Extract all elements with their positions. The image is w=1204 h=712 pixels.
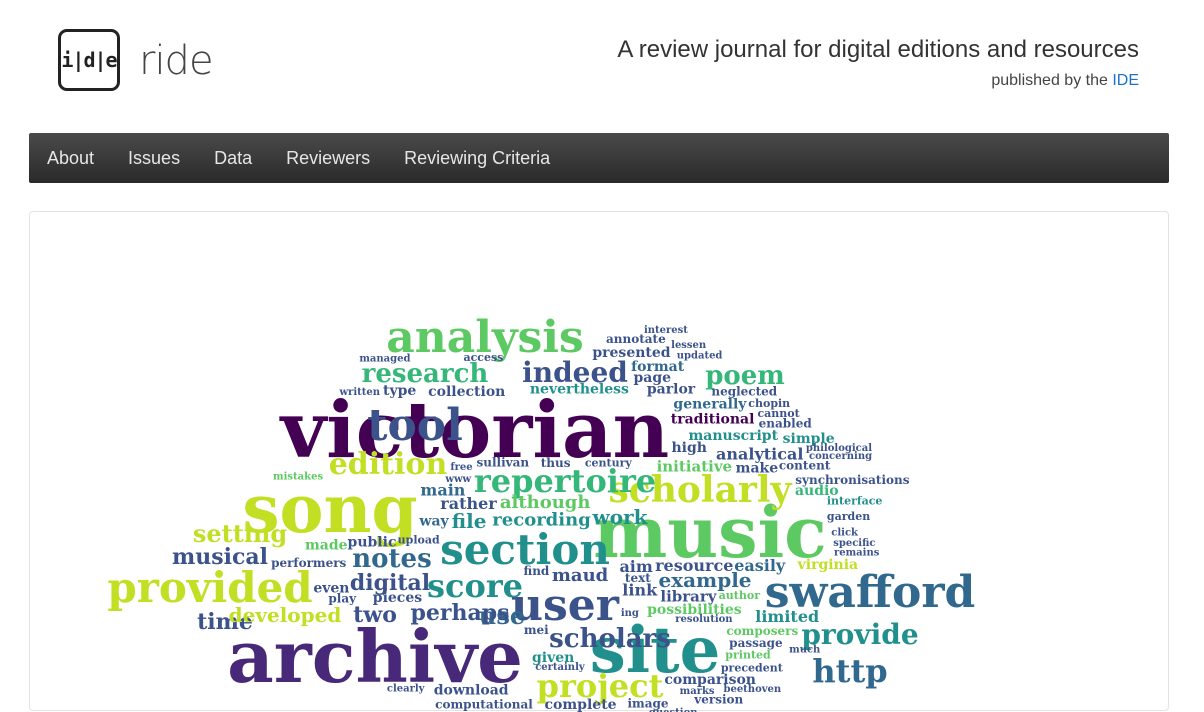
word-download: download [434,682,509,698]
word-remains: remains [834,547,880,558]
word-public: public [348,534,397,550]
word-author: author [719,589,761,602]
word-musical: musical [172,544,268,570]
word-nevertheless: nevertheless [530,381,629,397]
word-managed: managed [359,354,410,365]
site-header: i|d|e ride A review journal for digital … [0,0,1204,133]
word-sullivan: sullivan [477,455,530,469]
word-although: although [500,492,591,513]
main-navigation: About Issues Data Reviewers Reviewing Cr… [29,133,1169,183]
word-upload: upload [398,534,440,547]
word-interest: interest [644,325,688,336]
site-name[interactable]: ride [139,38,214,84]
word-precedent: precedent [721,661,784,674]
word-perhaps: perhaps [411,600,510,626]
nav-issues[interactable]: Issues [111,133,197,183]
word-www: www [444,474,471,485]
word-computational: computational [435,698,533,712]
word-tool: tool [367,400,463,451]
word-much: much [789,644,821,655]
word-performers: performers [271,556,346,570]
ide-logo[interactable]: i|d|e [58,29,120,91]
word-complete: complete [545,697,617,712]
word-lessen: lessen [671,340,707,351]
word-way: way [418,514,449,530]
nav-data[interactable]: Data [197,133,269,183]
nav-reviewing-criteria[interactable]: Reviewing Criteria [387,133,567,183]
word-clearly: clearly [387,683,426,694]
word-make: make [736,461,779,477]
word-maud: maud [552,565,609,586]
word-synchronisations: synchronisations [795,473,909,487]
word-easily: easily [734,556,786,575]
publisher-line: published by the IDE [991,72,1139,90]
word-mistakes: mistakes [273,471,323,482]
word-chopin: chopin [748,397,790,410]
word-click: click [831,527,859,538]
word-virginia: virginia [797,557,859,573]
publisher-prefix: published by the [991,72,1108,89]
word-made: made [305,537,348,553]
journal-tagline: A review journal for digital editions an… [617,36,1139,63]
word-presented: presented [592,345,670,361]
word-resolution: resolution [675,614,733,625]
word-http: http [812,652,887,690]
word-work: work [592,505,649,529]
word-edition: edition [329,447,448,482]
word-cloud: victorianmusicarchivesongsiteswafforduse… [107,312,975,712]
word-text: text [625,571,651,585]
content-panel: victorian music archive song site swafford use… [29,211,1169,712]
word-developed: developed [229,603,342,627]
word-resource: resource [655,556,733,575]
word-thus: thus [541,456,571,470]
word-garden: garden [827,510,870,523]
word-page: page [633,370,671,386]
word-written: written [338,387,380,398]
nav-about[interactable]: About [29,133,111,183]
word-ing: ing [621,608,639,619]
word-concerning: concerning [809,451,872,462]
word-interface: interface [827,494,883,507]
word-certainly: certainly [535,662,586,673]
word-find: find [523,564,549,578]
word-traditional: traditional [671,412,755,428]
word-collection: collection [428,384,505,400]
word-access: access [463,351,503,364]
word-printed: printed [725,649,771,662]
word-free: free [450,462,472,473]
word-updated: updated [677,350,723,361]
word-pieces: pieces [373,590,422,606]
word-type: type [383,383,416,399]
word-play: play [328,592,357,606]
word-beethoven: beethoven [723,684,781,695]
publisher-link[interactable]: IDE [1112,72,1139,89]
word-century: century [585,456,633,469]
word-generally: generally [673,397,747,413]
word-question: question [649,708,698,712]
nav-reviewers[interactable]: Reviewers [269,133,387,183]
word-mei: mei [524,623,549,637]
